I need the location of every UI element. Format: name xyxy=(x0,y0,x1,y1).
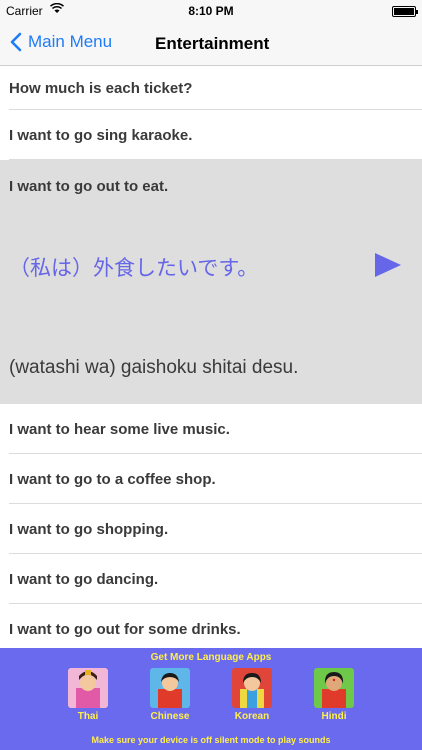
phrase-label: How much is each ticket? xyxy=(9,79,193,97)
phrase-row-shopping[interactable]: I want to go shopping. xyxy=(0,504,422,554)
clock: 8:10 PM xyxy=(188,4,234,18)
status-bar: Carrier 8:10 PM xyxy=(0,0,422,22)
phrase-label: I want to go sing karaoke. xyxy=(9,126,193,144)
chinese-app-label: Chinese xyxy=(150,711,190,722)
phrase-label: I want to go to a coffee shop. xyxy=(9,470,216,488)
phrase-label: I want to go out for some drinks. xyxy=(9,620,241,638)
chinese-avatar-icon xyxy=(150,668,190,708)
back-button-label: Main Menu xyxy=(28,32,113,51)
battery-icon xyxy=(392,6,418,17)
phrase-row-live-music[interactable]: I want to hear some live music. xyxy=(0,404,422,454)
phrase-row-drinks[interactable]: I want to go out for some drinks. xyxy=(0,604,422,654)
thai-avatar-icon xyxy=(68,668,108,708)
phrase-list: How much is each ticket? I want to go si… xyxy=(0,66,422,654)
back-button[interactable]: Main Menu xyxy=(10,32,112,52)
phrase-row-ticket[interactable]: How much is each ticket? xyxy=(0,66,422,110)
navigation-bar: Main Menu Entertainment xyxy=(0,22,422,66)
korean-app-label: Korean xyxy=(234,711,270,722)
romaji-transliteration: (watashi wa) gaishoku shitai desu. xyxy=(9,357,299,378)
phrase-label: I want to go shopping. xyxy=(9,520,169,538)
hindi-app-link[interactable]: Hindi xyxy=(304,668,364,722)
banner-title: Get More Language Apps xyxy=(150,652,272,663)
chinese-app-link[interactable]: Chinese xyxy=(140,668,200,722)
phrase-row-dancing[interactable]: I want to go dancing. xyxy=(0,554,422,604)
phrase-label: I want to go out to eat. xyxy=(9,178,169,195)
phrase-row-eat-out-expanded[interactable]: I want to go out to eat. （私は）外食したいです。 (w… xyxy=(0,160,422,404)
phrase-label: I want to hear some live music. xyxy=(9,420,230,438)
phrase-row-karaoke[interactable]: I want to go sing karaoke. xyxy=(0,110,422,160)
play-icon[interactable] xyxy=(374,252,402,278)
chevron-left-icon xyxy=(10,32,22,52)
korean-avatar-icon xyxy=(232,668,272,708)
sound-notice: Make sure your device is off silent mode… xyxy=(91,735,331,745)
phrase-row-coffee-shop[interactable]: I want to go to a coffee shop. xyxy=(0,454,422,504)
thai-app-link[interactable]: Thai xyxy=(58,668,118,722)
thai-app-label: Thai xyxy=(77,711,99,722)
hindi-app-label: Hindi xyxy=(321,711,347,722)
page-title: Entertainment xyxy=(155,34,270,53)
language-apps-banner: Get More Language Apps Thai Chinese Kore… xyxy=(0,648,422,750)
phrase-label: I want to go dancing. xyxy=(9,570,159,588)
hindi-avatar-icon xyxy=(314,668,354,708)
korean-app-link[interactable]: Korean xyxy=(222,668,282,722)
japanese-translation: （私は）外食したいです。 xyxy=(9,256,259,280)
